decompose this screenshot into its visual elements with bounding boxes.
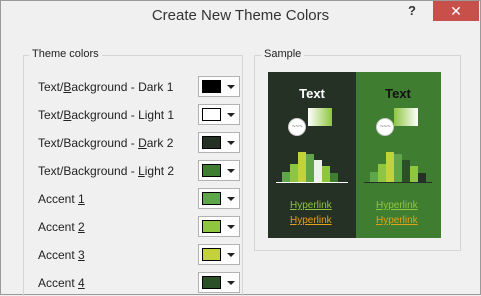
theme-color-label: Text/Background - Light 1 bbox=[38, 108, 175, 122]
theme-color-label: Text/Background - Dark 2 bbox=[38, 136, 174, 150]
sample-bar bbox=[378, 164, 386, 182]
sample-shape-light bbox=[394, 108, 418, 126]
dropdown-arrow-icon bbox=[227, 281, 235, 285]
sample-circle-text-light: ~~~ bbox=[380, 124, 391, 130]
dropdown-arrow-icon bbox=[227, 225, 235, 229]
sample-bar bbox=[394, 154, 402, 182]
theme-color-label: Accent 4 bbox=[38, 276, 85, 290]
color-swatch bbox=[202, 192, 221, 205]
sample-baseline bbox=[364, 182, 432, 183]
color-swatch bbox=[202, 108, 221, 121]
sample-hyperlink-dark: Hyperlink bbox=[290, 200, 332, 211]
theme-colors-group: Theme colors Text/Background - Dark 1 Tex… bbox=[23, 48, 243, 296]
theme-color-label: Text/Background - Dark 1 bbox=[38, 80, 174, 94]
sample-heading-dark: Text bbox=[299, 86, 325, 101]
sample-followed-hyperlink-dark: Hyperlink bbox=[290, 215, 332, 226]
sample-bar bbox=[386, 152, 394, 182]
sample-bar bbox=[322, 166, 330, 182]
title-bar: Create New Theme Colors ? ✕ bbox=[1, 1, 480, 32]
sample-heading-light: Text bbox=[385, 86, 411, 101]
color-picker-button[interactable] bbox=[198, 188, 240, 209]
color-picker-button[interactable] bbox=[198, 244, 240, 265]
close-button[interactable]: ✕ bbox=[433, 1, 479, 21]
dropdown-arrow-icon bbox=[227, 113, 235, 117]
color-picker-button[interactable] bbox=[198, 216, 240, 237]
color-swatch bbox=[202, 164, 221, 177]
sample-preview: Text ~~~ Hyperlink Hyperlink Text ~~~ Hy… bbox=[268, 72, 441, 238]
theme-color-label: Text/Background - Light 2 bbox=[38, 164, 175, 178]
color-swatch bbox=[202, 276, 221, 289]
color-picker-button[interactable] bbox=[198, 104, 240, 125]
sample-shape-dark bbox=[308, 108, 332, 126]
theme-color-label: Accent 2 bbox=[38, 220, 85, 234]
theme-color-row: Text/Background - Light 1 bbox=[38, 104, 248, 128]
theme-color-label: Accent 1 bbox=[38, 192, 85, 206]
sample-bar bbox=[402, 160, 410, 182]
theme-color-row: Accent 4 bbox=[38, 272, 248, 296]
color-picker-button[interactable] bbox=[198, 76, 240, 97]
color-swatch bbox=[202, 80, 221, 93]
sample-circle-text-dark: ~~~ bbox=[292, 124, 303, 130]
theme-color-row: Text/Background - Dark 1 bbox=[38, 76, 248, 100]
sample-hyperlink-light: Hyperlink bbox=[376, 200, 418, 211]
dropdown-arrow-icon bbox=[227, 253, 235, 257]
color-swatch bbox=[202, 136, 221, 149]
sample-bar bbox=[410, 166, 418, 182]
theme-color-row: Text/Background - Dark 2 bbox=[38, 132, 248, 156]
theme-color-label: Accent 3 bbox=[38, 248, 85, 262]
sample-legend: Sample bbox=[261, 48, 305, 60]
color-picker-button[interactable] bbox=[198, 132, 240, 153]
dropdown-arrow-icon bbox=[227, 197, 235, 201]
sample-bar bbox=[314, 160, 322, 182]
color-picker-button[interactable] bbox=[198, 272, 240, 293]
sample-bar bbox=[306, 154, 314, 182]
sample-bar bbox=[298, 152, 306, 182]
sample-followed-hyperlink-light: Hyperlink bbox=[376, 215, 418, 226]
theme-color-row: Accent 3 bbox=[38, 244, 248, 268]
theme-color-row: Accent 2 bbox=[38, 216, 248, 240]
theme-colors-dialog: Create New Theme Colors ? ✕ Theme colors… bbox=[0, 0, 481, 296]
sample-bar bbox=[370, 172, 378, 182]
sample-bar bbox=[290, 164, 298, 182]
sample-baseline bbox=[276, 182, 348, 183]
sample-dark-pane: Text ~~~ Hyperlink Hyperlink bbox=[268, 72, 356, 238]
help-button[interactable]: ? bbox=[404, 3, 420, 21]
color-picker-button[interactable] bbox=[198, 160, 240, 181]
dropdown-arrow-icon bbox=[227, 169, 235, 173]
dropdown-arrow-icon bbox=[227, 85, 235, 89]
sample-bar bbox=[282, 172, 290, 182]
color-swatch bbox=[202, 248, 221, 261]
theme-color-row: Accent 1 bbox=[38, 188, 248, 212]
theme-colors-legend: Theme colors bbox=[29, 48, 102, 60]
sample-light-pane: Text ~~~ Hyperlink Hyperlink bbox=[356, 72, 441, 238]
dropdown-arrow-icon bbox=[227, 141, 235, 145]
color-swatch bbox=[202, 220, 221, 233]
theme-color-row: Text/Background - Light 2 bbox=[38, 160, 248, 184]
sample-bar bbox=[330, 173, 338, 182]
sample-bar bbox=[418, 173, 426, 182]
